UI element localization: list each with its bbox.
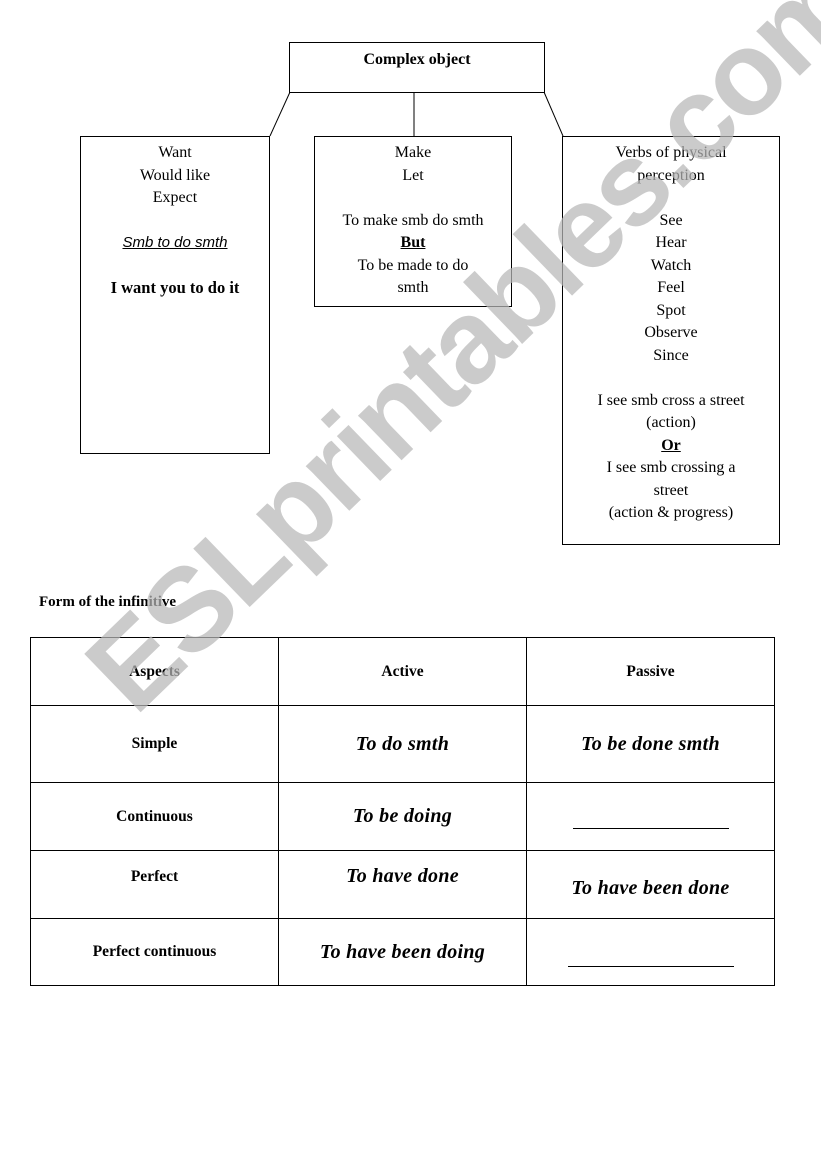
- example2-line1: I see smb crossing a: [606, 459, 736, 476]
- passive-form: To be done smth: [581, 732, 720, 755]
- verb-item: Hear: [655, 234, 687, 251]
- blank-answer-line: [567, 965, 734, 967]
- passive-pattern-line1: To be made to do: [357, 256, 469, 274]
- header-passive: Passive: [526, 637, 775, 706]
- verb-item: Make: [394, 144, 432, 161]
- table-row: Continuous To be doing: [30, 782, 775, 851]
- verb-item: Watch: [650, 256, 692, 274]
- table-row: Simple To do smth To be done smth: [30, 705, 775, 783]
- contrast-word: But: [400, 234, 426, 251]
- verb-item: Let: [402, 166, 424, 184]
- active-cell: To have been doing: [278, 918, 527, 986]
- passive-form: To have been done: [571, 877, 730, 899]
- table-header-row: Aspects Active Passive: [30, 637, 775, 706]
- root-title: Complex object: [363, 51, 471, 68]
- passive-cell: To be done smth: [526, 705, 775, 783]
- pattern-text: Smb to do smth: [122, 234, 228, 251]
- active-form: To do smth: [355, 732, 450, 755]
- example1-note: (action): [646, 414, 696, 431]
- aspect-cell: Simple: [30, 705, 279, 783]
- active-cell: To do smth: [278, 705, 527, 783]
- verb-item: See: [659, 211, 683, 229]
- header-aspects: Aspects: [30, 637, 279, 706]
- verb-item: Want: [158, 144, 192, 161]
- passive-cell: [526, 918, 775, 986]
- box-title-line1: Verbs of physical: [615, 144, 727, 161]
- aspect-cell: Perfect: [30, 850, 279, 919]
- example2-note: (action & progress): [608, 504, 734, 521]
- verb-item: Observe: [644, 324, 698, 341]
- active-cell: To have done: [278, 850, 527, 919]
- infinitive-forms-table: Aspects Active Passive Simple To do smth…: [30, 637, 775, 986]
- contrast-word: Or: [661, 436, 681, 454]
- verb-item: Feel: [657, 279, 685, 296]
- header-active: Active: [278, 637, 527, 706]
- passive-pattern-line2: smth: [397, 279, 429, 296]
- passive-cell: [526, 782, 775, 851]
- box-make-let: Make Let To make smb do smth But To be m…: [314, 136, 512, 307]
- example2-line2: street: [653, 481, 689, 499]
- connector-right: [543, 91, 564, 137]
- active-form: To have done: [346, 865, 459, 887]
- aspect-cell: Perfect continuous: [30, 918, 279, 986]
- example-sentence: I want you to do it: [110, 278, 240, 297]
- verb-item: Expect: [152, 189, 198, 206]
- box-want-verbs: Want Would like Expect Smb to do smth I …: [80, 136, 270, 454]
- passive-cell: To have been done: [526, 850, 775, 919]
- active-form: To be doing: [352, 805, 453, 827]
- aspect-label: Perfect: [130, 867, 179, 885]
- verb-item: Spot: [656, 301, 686, 319]
- connector-left: [269, 91, 291, 137]
- active-pattern: To make smb do smth: [342, 211, 484, 229]
- example1: I see smb cross a street: [597, 391, 745, 409]
- table-row: Perfect To have done To have been done: [30, 850, 775, 919]
- active-form: To have been doing: [319, 940, 486, 963]
- box-title-line2: perception: [637, 166, 705, 184]
- active-cell: To be doing: [278, 782, 527, 851]
- table-row: Perfect continuous To have been doing: [30, 918, 775, 986]
- aspect-cell: Continuous: [30, 782, 279, 851]
- table-title: Form of the infinitive: [39, 594, 177, 610]
- blank-answer-line: [572, 827, 729, 829]
- verb-item: Would like: [139, 166, 211, 184]
- box-perception-verbs: Verbs of physical perception See Hear Wa…: [562, 136, 780, 545]
- root-box-complex-object: Complex object: [289, 42, 545, 93]
- verb-item: Since: [653, 346, 689, 364]
